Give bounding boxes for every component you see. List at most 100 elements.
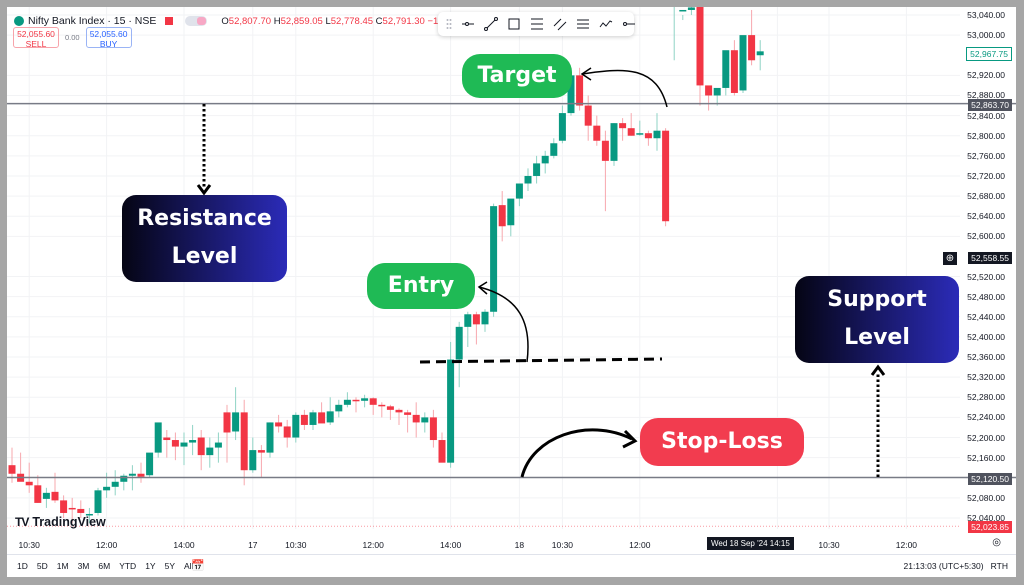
- candle-body: [490, 206, 498, 312]
- price-axis-tick: 52,720.00: [967, 170, 1005, 181]
- candle-body: [498, 205, 506, 227]
- candle-body: [713, 87, 721, 96]
- path-icon[interactable]: [599, 17, 613, 31]
- time-axis-tick: 10:30: [18, 540, 40, 550]
- trade-panel: 52,055.60 SELL 0.00 52,055.60 BUY: [13, 27, 132, 49]
- resistance-label-line1: Resistance: [137, 206, 272, 231]
- price-axis-tick: 52,600.00: [967, 231, 1005, 242]
- price-axis-tick: 52,400.00: [967, 331, 1005, 342]
- candle-body: [584, 105, 592, 126]
- settings-icon[interactable]: ◎: [992, 537, 1001, 548]
- horizontal-ray-icon[interactable]: [461, 17, 475, 31]
- range-selector: 1D 5D 1M 3M 6M YTD 1Y 5Y All: [17, 561, 193, 571]
- spread-value: 0.00: [65, 33, 80, 42]
- candle-body: [748, 35, 756, 61]
- tradingview-wordmark: TradingView: [32, 515, 106, 529]
- candle-body: [455, 326, 463, 360]
- horizontal-line-icon[interactable]: [622, 17, 636, 31]
- candle-body: [730, 50, 738, 93]
- candle-body: [679, 9, 687, 12]
- candle-body: [77, 508, 85, 513]
- trend-line-icon[interactable]: [484, 17, 498, 31]
- range-button-6m[interactable]: 6M: [98, 561, 110, 571]
- candle-body: [8, 465, 16, 474]
- support-label-line2: Level: [844, 325, 910, 350]
- candle-body: [593, 125, 601, 141]
- candle-body: [275, 422, 283, 427]
- candle-body: [705, 85, 713, 96]
- candle-body: [223, 412, 231, 433]
- clock-time[interactable]: 21:13:03 (UTC+5:30): [903, 561, 983, 571]
- candle-body: [206, 447, 214, 456]
- goto-date-icon[interactable]: 📅: [191, 559, 205, 572]
- candle-body: [395, 409, 403, 413]
- price-axis-tick: 52,080.00: [967, 492, 1005, 503]
- flag-icon[interactable]: [165, 17, 174, 25]
- candle-body: [352, 399, 360, 402]
- candle-body: [111, 481, 119, 487]
- price-axis-tick: 52,360.00: [967, 352, 1005, 363]
- candle-body: [421, 417, 429, 423]
- time-axis-tick: 10:30: [551, 540, 574, 550]
- candle-body: [214, 442, 222, 448]
- drag-handle-icon[interactable]: [446, 17, 452, 31]
- candle-body: [94, 490, 102, 513]
- time-axis-tick: 14:00: [173, 540, 195, 550]
- add-alert-icon[interactable]: ⊕: [943, 252, 957, 265]
- time-axis-tick: 10:30: [285, 540, 307, 550]
- candle-body: [249, 450, 257, 471]
- candle-body: [610, 123, 618, 161]
- candle-body: [137, 473, 145, 477]
- time-crosshair-label: Wed 18 Sep '24 14:15: [707, 537, 794, 550]
- candle-body: [189, 440, 197, 443]
- high-value: 52,859.05: [280, 15, 323, 27]
- candle-body: [627, 128, 635, 136]
- candle-body: [128, 473, 136, 476]
- fib-retracement-icon[interactable]: [530, 17, 544, 31]
- sell-label: SELL: [25, 39, 47, 49]
- price-axis-tick: 53,000.00: [967, 30, 1005, 41]
- regression-icon[interactable]: [576, 17, 590, 31]
- candle-body: [240, 412, 248, 471]
- symbol-title[interactable]: Nifty Bank Index · 15 · NSE: [28, 15, 156, 27]
- bottom-toolbar: 1D 5D 1M 3M 6M YTD 1Y 5Y All 📅 21:13:03 (UTC+5:3…: [7, 554, 1016, 577]
- time-axis-tick: 12:00: [362, 540, 384, 550]
- price-axis-tick: 52,680.00: [967, 191, 1005, 202]
- support-label-line1: Support: [827, 287, 927, 312]
- price-axis-tick: 52,160.00: [967, 452, 1005, 463]
- range-button-5y[interactable]: 5Y: [165, 561, 175, 571]
- entry-arrow: [478, 286, 529, 363]
- visibility-toggle-icon[interactable]: [185, 16, 208, 26]
- price-axis-tick: 52,240.00: [967, 412, 1005, 423]
- candle-body: [361, 398, 369, 401]
- range-button-3m[interactable]: 3M: [78, 561, 90, 571]
- range-button-1m[interactable]: 1M: [57, 561, 69, 571]
- drawing-toolbar: [438, 12, 636, 36]
- candle-body: [283, 426, 291, 438]
- time-axis-tick: 12:00: [895, 540, 918, 550]
- range-button-ytd[interactable]: YTD: [119, 561, 136, 571]
- time-axis-tick: 10:30: [818, 540, 840, 550]
- sell-button[interactable]: 52,055.60 SELL: [13, 27, 59, 49]
- range-button-1d[interactable]: 1D: [17, 561, 28, 571]
- range-button-1y[interactable]: 1Y: [145, 561, 155, 571]
- resistance-label-line2: Level: [171, 244, 238, 269]
- candle-body: [507, 198, 515, 226]
- candle-body: [386, 406, 394, 410]
- candle-body: [404, 412, 412, 415]
- price-axis-tick: 52,520.00: [967, 271, 1005, 282]
- tradingview-logo[interactable]: TV TradingView: [15, 515, 106, 529]
- price-axis-tick: 52,280.00: [967, 392, 1005, 403]
- candle-body: [343, 399, 351, 405]
- time-axis-tick: 17: [248, 540, 258, 550]
- symbol-logo-icon: [14, 16, 24, 26]
- session-toggle[interactable]: RTH: [991, 561, 1008, 571]
- buy-button[interactable]: 52,055.60 BUY: [85, 27, 132, 49]
- clock-readout: 21:13:03 (UTC+5:30) RTH: [903, 561, 1008, 571]
- rectangle-icon[interactable]: [507, 17, 521, 31]
- candle-body: [42, 492, 50, 499]
- candle-body: [533, 163, 541, 176]
- candle-body: [163, 437, 171, 441]
- parallel-channel-icon[interactable]: [553, 17, 567, 31]
- range-button-5d[interactable]: 5D: [37, 561, 48, 571]
